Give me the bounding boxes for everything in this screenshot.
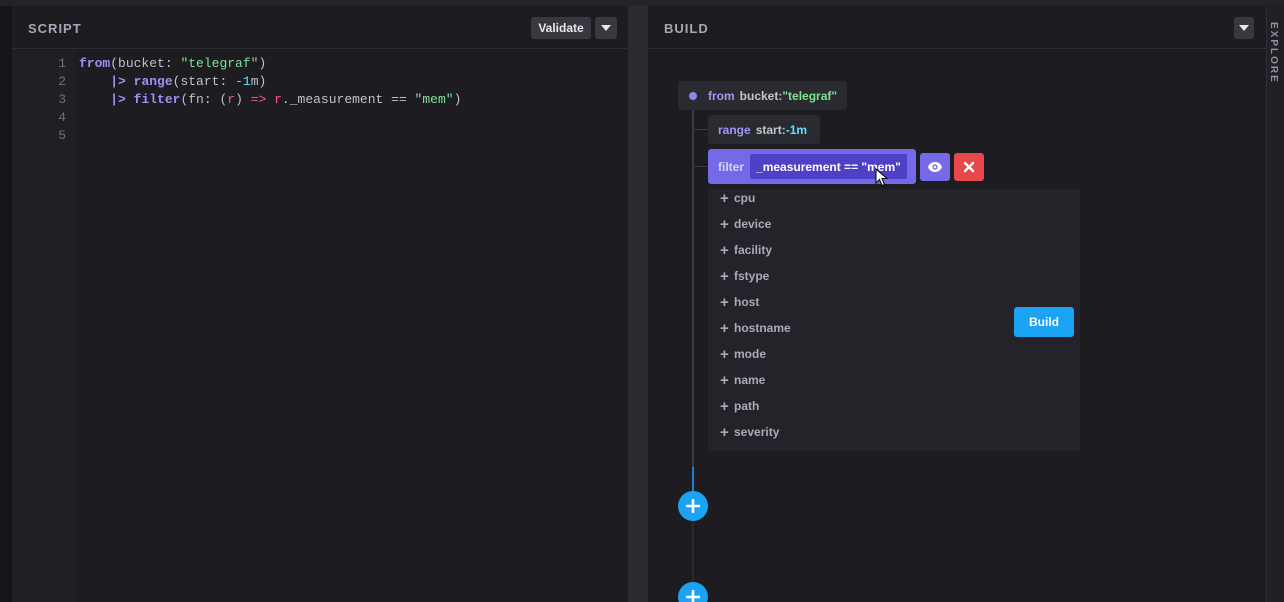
script-panel-header: SCRIPT Validate <box>12 6 628 49</box>
suggestion-label: name <box>734 373 766 387</box>
plus-icon <box>686 499 700 513</box>
tree-trunk-line-lower <box>692 521 694 582</box>
suggestion-label: cpu <box>734 191 756 205</box>
suggestion-item[interactable]: + fstype <box>720 267 769 285</box>
build-panel-title: BUILD <box>664 21 709 36</box>
plus-icon: + <box>720 189 729 207</box>
range-block-value: -1m <box>785 122 808 137</box>
from-block[interactable]: from bucket: "telegraf" <box>678 81 847 110</box>
code-token-text: ) <box>453 92 462 107</box>
script-panel-title: SCRIPT <box>28 21 82 36</box>
suggestion-item[interactable]: + device <box>720 215 771 233</box>
tree-trunk-line-active <box>692 467 694 491</box>
line-number: 5 <box>58 128 66 143</box>
suggestion-item[interactable]: + path <box>720 397 759 415</box>
plus-icon: + <box>720 215 729 233</box>
code-line-3[interactable]: |> filter(fn: (r) => r._measurement == "… <box>79 92 461 107</box>
suggestion-label: hostname <box>734 321 791 335</box>
range-block[interactable]: range start: -1m <box>708 115 820 144</box>
suggestion-label: fstype <box>734 269 770 283</box>
suggestion-label: facility <box>734 243 773 257</box>
range-block-fn: range <box>718 122 751 137</box>
suggestion-item[interactable]: + mode <box>720 345 766 363</box>
suggestion-label: mode <box>734 347 767 361</box>
tree-root-dot <box>689 92 697 100</box>
caret-down-icon <box>1239 25 1249 31</box>
validate-button[interactable]: Validate <box>531 17 591 39</box>
suggestion-item[interactable]: + facility <box>720 241 772 259</box>
script-panel: SCRIPT Validate 1 2 3 4 5 from(bucket: "… <box>12 6 628 602</box>
build-dropdown-button[interactable] <box>1234 17 1254 39</box>
code-token-text: (fn: ( <box>180 92 228 107</box>
suggestion-label: path <box>734 399 760 413</box>
suggestion-item[interactable]: + name <box>720 371 765 389</box>
plus-icon: + <box>720 241 729 259</box>
line-number: 1 <box>58 56 66 71</box>
code-token-text: ) <box>258 56 267 71</box>
mouse-cursor-icon <box>875 168 889 187</box>
caret-down-icon <box>601 25 611 31</box>
plus-icon: + <box>720 293 729 311</box>
code-token-text: m) <box>250 74 267 89</box>
preview-button[interactable] <box>920 153 950 181</box>
code-token-function: from <box>79 56 111 71</box>
line-number: 2 <box>58 74 66 89</box>
from-block-key: bucket: <box>739 88 783 103</box>
suggestion-item[interactable]: + severity <box>720 423 779 441</box>
range-block-key: start: <box>755 122 786 137</box>
from-block-value: "telegraf" <box>782 88 838 103</box>
line-number: 3 <box>58 92 66 107</box>
code-token-arrow: => <box>250 92 267 107</box>
explore-tab[interactable] <box>1266 6 1284 602</box>
build-panel-header: BUILD <box>648 6 1266 49</box>
filter-block-fn: filter <box>718 159 745 174</box>
line-number: 4 <box>58 110 66 125</box>
code-line-1[interactable]: from(bucket: "telegraf") <box>79 56 266 71</box>
add-function-button[interactable] <box>678 491 708 521</box>
code-token-text: ) <box>235 92 251 107</box>
code-token-param: r <box>274 92 282 107</box>
suggestion-item[interactable]: + hostname <box>720 319 791 337</box>
code-token-text: (start: <box>172 74 236 89</box>
code-token-string: "mem" <box>414 92 454 107</box>
plus-icon: + <box>720 397 729 415</box>
code-token-param: r <box>227 92 236 107</box>
left-margin <box>0 6 12 602</box>
suggestion-label: host <box>734 295 760 309</box>
plus-icon: + <box>720 267 729 285</box>
delete-filter-button[interactable] <box>954 153 984 181</box>
plus-icon: + <box>720 345 729 363</box>
code-token-function: filter <box>133 92 181 107</box>
plus-icon <box>686 590 700 602</box>
suggestion-item[interactable]: + cpu <box>720 189 755 207</box>
code-line-2[interactable]: |> range(start: -1m) <box>79 74 266 89</box>
code-token-string: "telegraf" <box>180 56 259 71</box>
code-token-text: (bucket: <box>110 56 181 71</box>
close-icon <box>963 161 975 173</box>
suggestion-label: device <box>734 217 772 231</box>
plus-icon: + <box>720 423 729 441</box>
code-token-number: -1 <box>235 74 251 89</box>
eye-icon <box>928 162 942 172</box>
build-button[interactable]: Build <box>1014 307 1074 337</box>
code-token-text: ._measurement == <box>281 92 415 107</box>
panel-divider[interactable] <box>628 6 648 602</box>
tree-branch-line <box>693 166 708 167</box>
suggestion-item[interactable]: + host <box>720 293 759 311</box>
suggestion-label: severity <box>734 425 780 439</box>
script-dropdown-button[interactable] <box>595 17 617 39</box>
explore-tab-label: EXPLORE <box>1268 22 1279 84</box>
plus-icon: + <box>720 319 729 337</box>
tree-trunk-line <box>692 96 694 467</box>
code-token-function: range <box>133 74 173 89</box>
plus-icon: + <box>720 371 729 389</box>
code-token-pipe: |> <box>110 74 126 89</box>
tree-branch-line <box>693 129 708 130</box>
code-token-pipe: |> <box>110 92 126 107</box>
from-block-fn: from <box>708 88 735 103</box>
